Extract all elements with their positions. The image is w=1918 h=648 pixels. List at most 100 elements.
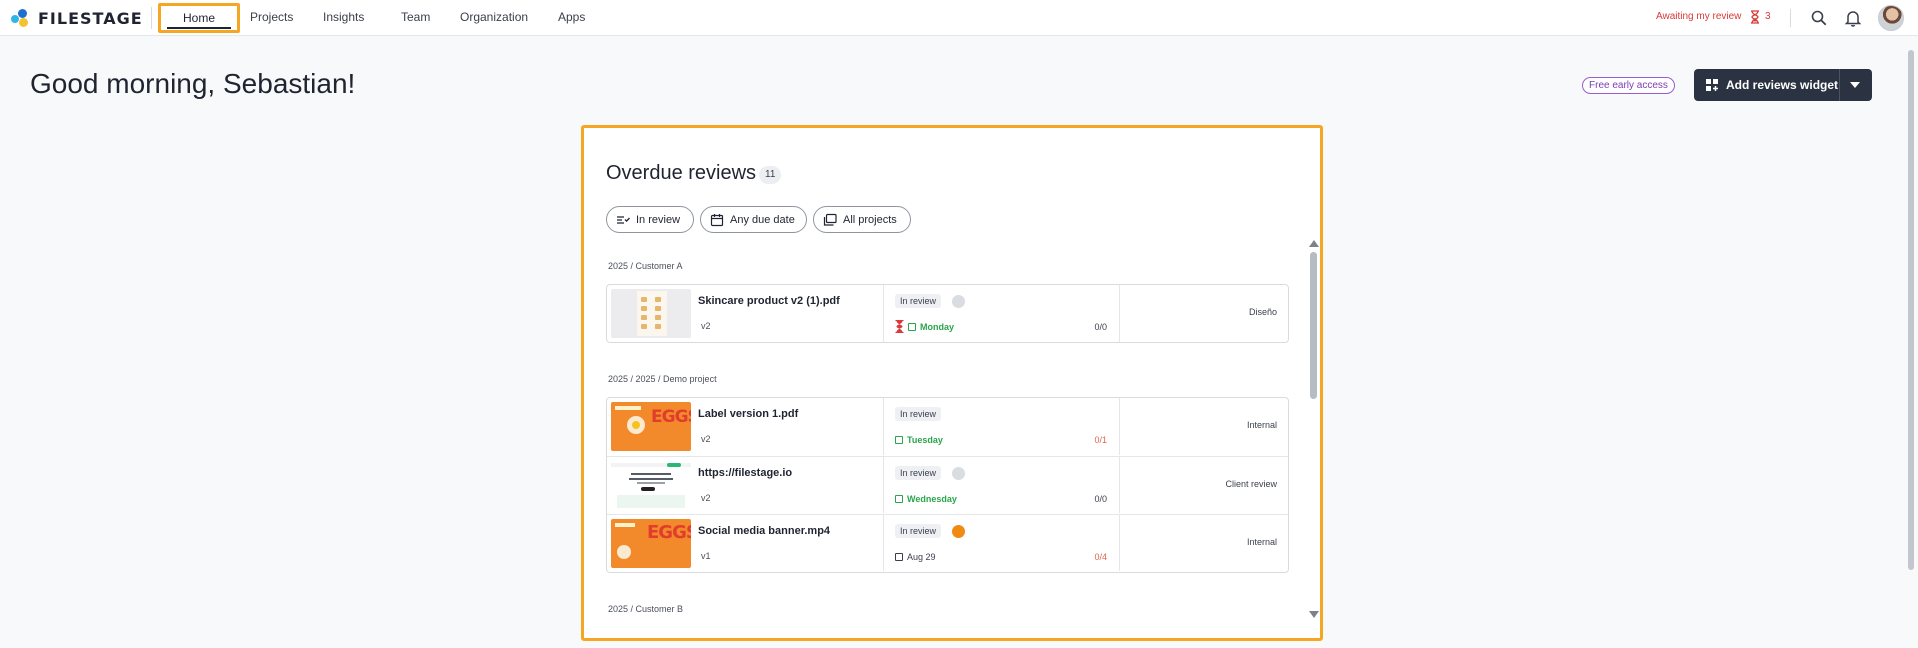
bell-icon[interactable] xyxy=(1844,9,1862,27)
overdue-count-badge: 11 xyxy=(759,166,782,184)
column-divider xyxy=(883,398,884,455)
free-early-access-badge: Free early access xyxy=(1582,77,1675,94)
group-path-label: 2025 / Customer B xyxy=(608,604,684,614)
calendar-icon xyxy=(908,323,916,331)
review-row[interactable]: Skincare product v2 (1).pdf v2 In review… xyxy=(607,285,1288,342)
reviewer-avatar xyxy=(952,525,965,538)
due-date: Wednesday xyxy=(895,494,957,504)
file-thumbnail[interactable] xyxy=(611,461,691,510)
file-thumbnail[interactable]: EGGS xyxy=(611,519,691,568)
nav-item-insights[interactable]: Insights xyxy=(323,10,364,24)
column-divider xyxy=(883,285,884,342)
file-name[interactable]: Label version 1.pdf xyxy=(698,408,798,420)
review-row[interactable]: EGGS Social media banner.mp4 v1 In revie… xyxy=(607,514,1288,571)
file-thumbnail[interactable]: EGGS xyxy=(611,402,691,451)
status-badge: In review xyxy=(895,407,942,421)
filter-due-date[interactable]: Any due date xyxy=(700,206,807,233)
filter-status-label: In review xyxy=(636,214,681,226)
review-step-tag: Internal xyxy=(1246,420,1277,430)
due-date-text: Tuesday xyxy=(907,435,943,445)
page-scrollbar-thumb[interactable] xyxy=(1908,50,1914,570)
hourglass-icon xyxy=(1751,10,1759,24)
reviewer-avatar-placeholder xyxy=(952,295,965,308)
scroll-down-arrow-icon[interactable] xyxy=(1309,611,1319,618)
column-divider xyxy=(1119,457,1120,513)
calendar-icon xyxy=(895,436,903,444)
column-divider xyxy=(1119,398,1120,455)
filter-projects-label: All projects xyxy=(843,214,897,226)
filter-projects[interactable]: All projects xyxy=(813,206,911,233)
column-divider xyxy=(1119,285,1120,342)
list-scrollbar[interactable] xyxy=(1308,240,1320,618)
top-navigation-bar: FILESTAGE Home Projects Insights Team Or… xyxy=(0,0,1918,36)
split-button-divider xyxy=(1839,69,1840,101)
overdue-hourglass-icon xyxy=(895,320,904,333)
approval-ratio: 0/0 xyxy=(1094,494,1107,504)
filestage-logo[interactable]: FILESTAGE xyxy=(10,7,143,29)
search-icon[interactable] xyxy=(1810,9,1828,27)
nav-item-projects[interactable]: Projects xyxy=(250,10,293,24)
filter-status-in-review[interactable]: In review xyxy=(606,206,694,233)
reviewer-avatar-placeholder xyxy=(952,467,965,480)
nav-item-home-label: Home xyxy=(182,11,215,25)
calendar-icon xyxy=(895,553,903,561)
nav-item-organization[interactable]: Organization xyxy=(460,10,528,24)
group-path-label: 2025 / 2025 / Demo project xyxy=(608,374,717,384)
overdue-reviews-widget: Overdue reviews 11 In review Any due dat… xyxy=(581,125,1323,641)
active-tab-indicator xyxy=(167,27,231,29)
due-date-text: Wednesday xyxy=(907,494,957,504)
topbar-divider xyxy=(1790,9,1791,27)
file-thumbnail[interactable] xyxy=(611,289,691,338)
scroll-up-arrow-icon[interactable] xyxy=(1309,240,1319,247)
due-date: Monday xyxy=(908,322,954,332)
file-version: v2 xyxy=(701,493,711,503)
file-name[interactable]: https://filestage.io xyxy=(698,467,792,479)
nav-item-team[interactable]: Team xyxy=(401,10,430,24)
approval-ratio: 0/0 xyxy=(1094,322,1107,332)
group-path-label: 2025 / Customer A xyxy=(608,261,683,271)
review-row[interactable]: https://filestage.io v2 In review Wednes… xyxy=(607,456,1288,513)
column-divider xyxy=(1119,515,1120,571)
review-step-tag: Diseño xyxy=(1248,307,1277,317)
page-scrollbar[interactable] xyxy=(1906,40,1916,640)
approval-ratio: 0/4 xyxy=(1094,552,1107,562)
add-reviews-widget-button[interactable]: Add reviews widget xyxy=(1694,69,1872,101)
review-step-tag: Internal xyxy=(1246,537,1277,547)
status-badge: In review xyxy=(895,524,942,538)
file-version: v1 xyxy=(701,551,711,561)
nav-item-apps[interactable]: Apps xyxy=(558,10,585,24)
due-date-text: Monday xyxy=(920,322,955,332)
page-greeting: Good morning, Sebastian! xyxy=(30,68,356,99)
calendar-icon xyxy=(710,214,724,227)
due-date-text: Aug 29 xyxy=(907,552,936,562)
status-badge: In review xyxy=(895,294,942,308)
calendar-icon xyxy=(895,495,903,503)
file-version: v2 xyxy=(701,321,711,331)
add-reviews-widget-label: Add reviews widget xyxy=(1726,78,1839,92)
nav-item-home[interactable]: Home xyxy=(158,3,240,33)
file-version: v2 xyxy=(701,434,711,444)
approval-ratio: 0/1 xyxy=(1094,435,1107,445)
logo-dots-icon xyxy=(10,8,34,28)
review-step-tag: Client review xyxy=(1225,479,1277,489)
grid-plus-icon xyxy=(1706,79,1718,91)
column-divider xyxy=(883,515,884,571)
list-scrollbar-thumb[interactable] xyxy=(1310,252,1317,399)
widget-title: Overdue reviews xyxy=(606,162,757,184)
status-badge: In review xyxy=(895,466,942,480)
file-card-group: EGGS Label version 1.pdf v2 In review Tu… xyxy=(606,397,1289,573)
column-divider xyxy=(883,457,884,513)
file-card-group: Skincare product v2 (1).pdf v2 In review… xyxy=(606,284,1289,343)
awaiting-review-count[interactable]: 3 xyxy=(1765,11,1771,22)
chevron-down-icon[interactable] xyxy=(1850,82,1860,88)
thumbnail-artwork: EGGS xyxy=(651,407,691,427)
folders-icon xyxy=(823,213,837,226)
logo-divider xyxy=(151,7,152,29)
checklist-icon xyxy=(617,216,630,224)
file-name[interactable]: Social media banner.mp4 xyxy=(698,525,830,537)
review-row[interactable]: EGGS Label version 1.pdf v2 In review Tu… xyxy=(607,398,1288,455)
file-name[interactable]: Skincare product v2 (1).pdf xyxy=(698,295,840,307)
logo-text: FILESTAGE xyxy=(38,8,143,28)
user-avatar[interactable] xyxy=(1878,5,1904,31)
awaiting-my-review-link[interactable]: Awaiting my review xyxy=(1656,11,1741,22)
